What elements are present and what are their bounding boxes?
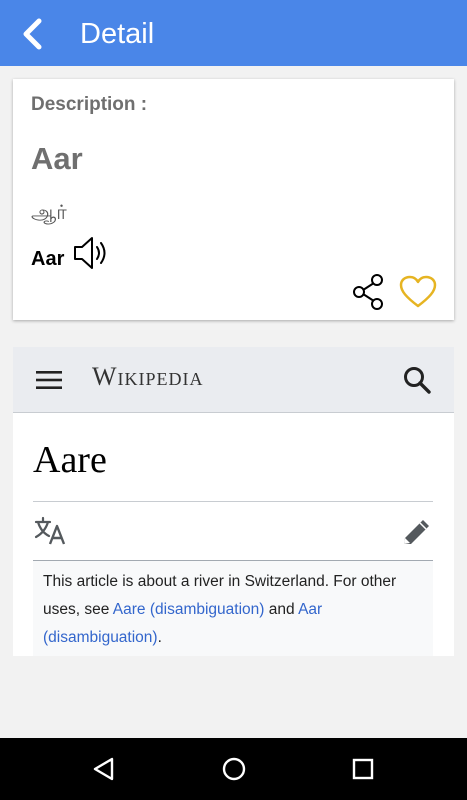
nav-back-icon bbox=[93, 757, 114, 781]
system-nav-bar bbox=[0, 738, 467, 800]
app-title: Detail bbox=[80, 18, 155, 50]
wiki-menu-button[interactable] bbox=[35, 367, 63, 393]
nav-home-icon bbox=[222, 757, 246, 781]
description-label: Description : bbox=[31, 94, 148, 115]
nav-recents-button[interactable] bbox=[349, 754, 377, 784]
language-button[interactable] bbox=[33, 515, 69, 547]
wiki-search-button[interactable] bbox=[402, 365, 432, 395]
pencil-icon bbox=[404, 520, 429, 544]
share-button[interactable] bbox=[351, 272, 387, 312]
speak-button[interactable] bbox=[72, 235, 112, 271]
hatnote: This article is about a river in Switzer… bbox=[33, 561, 433, 656]
back-arrow-icon bbox=[23, 18, 42, 50]
article-title: Aare bbox=[33, 439, 107, 481]
speaker-icon bbox=[74, 237, 106, 269]
heart-icon bbox=[399, 275, 437, 308]
aare-disambiguation-link[interactable]: Aare (disambiguation) bbox=[113, 601, 265, 618]
wikipedia-webview: Wikipedia Aare This article is about a r… bbox=[13, 347, 454, 656]
nav-back-button[interactable] bbox=[90, 754, 118, 784]
tamil-translation: ஆர் bbox=[31, 202, 67, 224]
edit-button[interactable] bbox=[399, 517, 435, 549]
pronunciation-word: Aar bbox=[31, 248, 65, 270]
menu-icon bbox=[36, 371, 62, 389]
nav-home-button[interactable] bbox=[219, 754, 249, 784]
nav-recents-icon bbox=[352, 758, 374, 780]
share-icon bbox=[353, 274, 383, 310]
hatnote-and: and bbox=[264, 601, 299, 618]
favorite-button[interactable] bbox=[398, 274, 438, 310]
hatnote-end: . bbox=[157, 629, 162, 646]
search-icon bbox=[404, 367, 431, 394]
back-button[interactable] bbox=[14, 14, 54, 54]
app-bar: Detail bbox=[0, 0, 467, 66]
word-heading: Aar bbox=[31, 141, 83, 176]
word-detail-card: Description : Aar ஆர் Aar bbox=[13, 79, 454, 320]
translate-icon bbox=[34, 516, 66, 545]
wiki-header: Wikipedia bbox=[13, 347, 454, 413]
title-divider bbox=[33, 501, 433, 502]
wikipedia-logo[interactable]: Wikipedia bbox=[92, 362, 204, 392]
